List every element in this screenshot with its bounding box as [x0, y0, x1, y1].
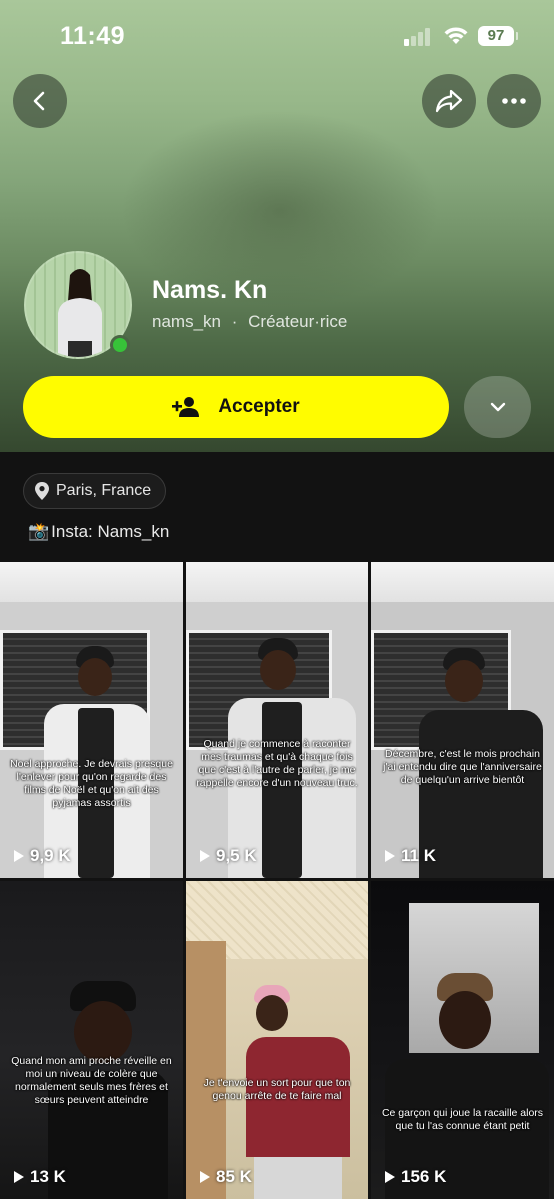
profile-avatar[interactable] [24, 251, 132, 359]
add-friend-icon [172, 397, 200, 417]
share-arrow-icon [435, 89, 463, 113]
accept-label: Accepter [218, 396, 300, 417]
status-time: 11:49 [60, 22, 126, 50]
play-icon [385, 1171, 395, 1183]
bio-text: Insta: Nams_kn [51, 522, 170, 541]
wifi-icon [444, 27, 468, 44]
online-status-dot [110, 335, 130, 355]
location-pin-icon [35, 482, 49, 500]
video-view-count: 11 K [385, 846, 436, 866]
profile-subtitle: nams_kn · Créateur·rice [152, 312, 347, 332]
view-count-label: 85 K [216, 1167, 252, 1186]
video-view-count: 9,9 K [14, 846, 71, 866]
play-icon [200, 850, 210, 862]
video-tile[interactable]: Ce garçon qui joue la racaille alors que… [371, 881, 554, 1199]
tile-door-frame [186, 941, 226, 1199]
profile-role: Créateur·rice [248, 312, 348, 331]
tile-person [385, 973, 549, 1199]
profile-username: nams_kn [152, 312, 221, 331]
tile-ceiling [186, 562, 368, 602]
video-tile[interactable]: Je t'envoie un sort pour que ton genou a… [186, 881, 368, 1199]
share-button[interactable] [422, 74, 476, 128]
status-bar: 11:49 97 [0, 0, 554, 70]
more-actions-dropdown[interactable] [464, 376, 531, 438]
video-tile[interactable]: Quand mon ami proche réveille en moi un … [0, 881, 183, 1199]
video-view-count: 13 K [14, 1167, 66, 1187]
cellular-signal-icon [404, 28, 434, 46]
play-icon [14, 1171, 24, 1183]
location-tag[interactable]: Paris, France [23, 473, 167, 509]
video-tile[interactable]: Noel approche. Je devrais presque l'enle… [0, 562, 183, 878]
video-view-count: 85 K [200, 1167, 252, 1187]
back-button[interactable] [13, 74, 67, 128]
profile-name: Nams. Kn [152, 276, 268, 304]
video-caption: Décembre, c'est le mois prochain j'ai en… [383, 748, 542, 786]
chevron-left-icon [33, 91, 45, 111]
tile-ceiling [371, 562, 554, 602]
view-count-label: 9,5 K [216, 846, 257, 865]
camera-flash-emoji: 📸 [28, 522, 50, 541]
more-dots-icon [502, 98, 526, 104]
view-count-label: 9,9 K [30, 846, 71, 865]
subtitle-separator: · [231, 312, 238, 331]
play-icon [385, 850, 395, 862]
video-caption: Quand mon ami proche réveille en moi un … [11, 1055, 172, 1106]
video-tile[interactable]: Décembre, c'est le mois prochain j'ai en… [371, 562, 554, 878]
more-options-button[interactable] [487, 74, 541, 128]
video-view-count: 156 K [385, 1167, 446, 1187]
profile-info-section: Paris, France 📸 Insta: Nams_kn [0, 452, 554, 560]
view-count-label: 11 K [401, 846, 436, 865]
video-caption: Ce garçon qui joue la racaille alors que… [381, 1107, 544, 1132]
play-icon [200, 1171, 210, 1183]
video-caption: Je t'envoie un sort pour que ton genou a… [203, 1077, 351, 1102]
location-label: Paris, France [56, 482, 152, 499]
play-icon [14, 850, 24, 862]
accept-button[interactable]: Accepter [23, 376, 449, 438]
profile-bio: 📸 Insta: Nams_kn [28, 522, 169, 542]
view-count-label: 13 K [30, 1167, 66, 1186]
video-grid: Noel approche. Je devrais presque l'enle… [0, 562, 554, 1199]
video-caption: Noel approche. Je devrais presque l'enle… [10, 758, 173, 809]
video-view-count: 9,5 K [200, 846, 257, 866]
video-tile[interactable]: Quand je commence à raconter mes traumas… [186, 562, 368, 878]
chevron-down-icon [490, 402, 505, 412]
battery-indicator: 97 [478, 26, 518, 46]
view-count-label: 156 K [401, 1167, 447, 1186]
video-caption: Quand je commence à raconter mes traumas… [196, 738, 358, 789]
tile-ceiling [0, 562, 183, 602]
